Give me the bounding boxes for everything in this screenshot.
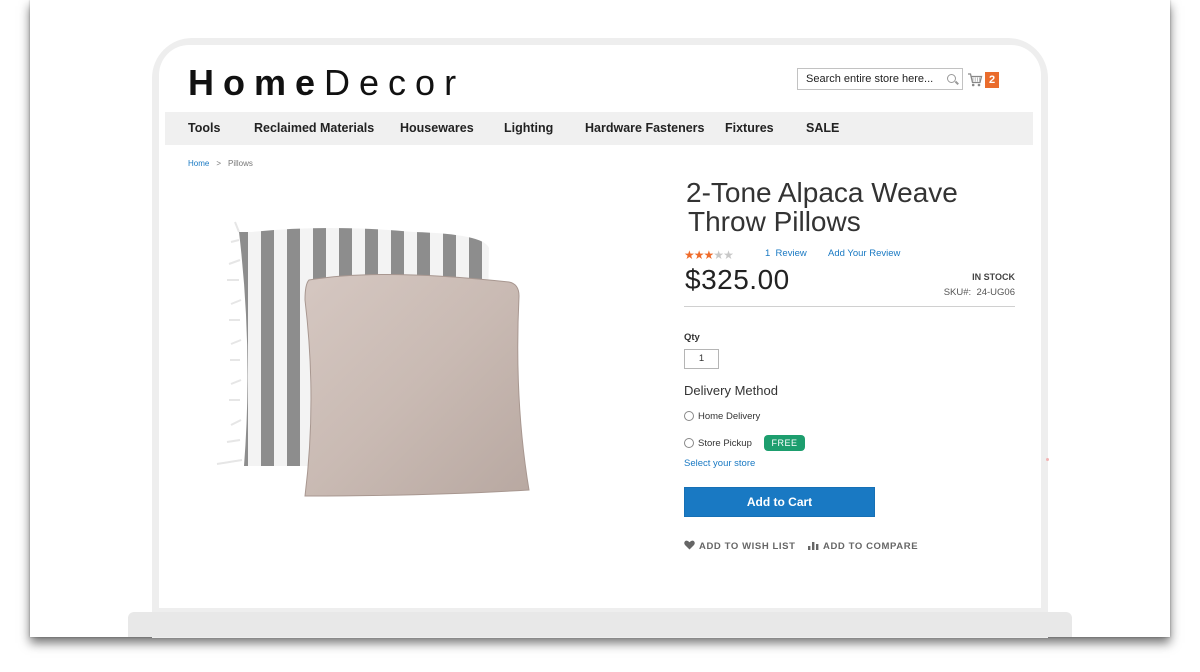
select-store-link[interactable]: Select your store	[684, 458, 755, 469]
rating-stars[interactable]: ★★★★★	[684, 248, 734, 262]
product-title-line2: Throw Pillows	[688, 206, 861, 237]
star-icon: ★	[703, 248, 715, 262]
radio-store-pickup[interactable]	[684, 438, 694, 448]
compare-label: ADD TO COMPARE	[823, 541, 919, 552]
sku-label: SKU#:	[943, 287, 972, 298]
nav-item-fixtures[interactable]: Fixtures	[725, 112, 774, 145]
cart-icon[interactable]	[967, 72, 983, 88]
cart-count-badge[interactable]: 2	[985, 72, 999, 88]
beige-pillow	[305, 274, 529, 496]
logo-decor: Decor	[324, 62, 466, 103]
add-to-wishlist-link[interactable]: ADD TO WISH LIST	[684, 540, 796, 552]
nav-item-sale[interactable]: SALE	[806, 112, 839, 145]
breadcrumb-home-link[interactable]: Home	[188, 159, 209, 168]
search-icon[interactable]	[947, 74, 956, 83]
laptop-base	[128, 612, 1072, 637]
product-image[interactable]	[209, 220, 559, 510]
site-logo[interactable]: HomeDecor	[188, 62, 465, 104]
bar-chart-icon	[808, 542, 819, 550]
search-input[interactable]: Search entire store here...	[797, 68, 963, 90]
nav-item-tools[interactable]: Tools	[188, 112, 220, 145]
star-icon: ★	[693, 248, 705, 262]
radio-home-delivery[interactable]	[684, 411, 694, 421]
add-to-cart-button[interactable]: Add to Cart	[684, 487, 875, 517]
nav-item-reclaimed-materials[interactable]: Reclaimed Materials	[254, 112, 374, 145]
main-nav: Tools Reclaimed Materials Housewares Lig…	[165, 112, 1033, 145]
logo-home: Home	[188, 62, 325, 103]
breadcrumb-separator: >	[216, 159, 222, 168]
nav-item-housewares[interactable]: Housewares	[400, 112, 474, 145]
search-placeholder: Search entire store here...	[806, 73, 934, 85]
add-review-link[interactable]: Add Your Review	[828, 248, 900, 259]
product-title-line1: 2-Tone Alpaca Weave	[686, 177, 958, 208]
breadcrumb-current: Pillows	[228, 159, 253, 168]
product-price: $325.00	[685, 264, 790, 295]
stock-status: IN STOCK	[972, 272, 1015, 282]
breadcrumb: Home > Pillows	[188, 159, 253, 168]
sku-line: SKU#: 24-UG06	[919, 287, 1015, 298]
wishlist-label: ADD TO WISH LIST	[699, 541, 796, 552]
nav-item-lighting[interactable]: Lighting	[504, 112, 553, 145]
heart-icon	[684, 540, 695, 550]
decorative-dot	[1046, 458, 1049, 461]
reviews-link[interactable]: 1 Review	[765, 248, 807, 259]
free-badge: FREE	[764, 435, 805, 451]
store-pickup-label[interactable]: Store Pickup	[698, 438, 752, 449]
star-icon: ★	[684, 248, 695, 262]
star-empty-icon: ★	[723, 248, 734, 262]
star-empty-icon: ★	[713, 248, 724, 262]
qty-input[interactable]: 1	[684, 349, 719, 369]
qty-label: Qty	[684, 332, 700, 343]
product-title: 2-Tone Alpaca Weave Throw Pillows	[686, 178, 986, 236]
home-delivery-label[interactable]: Home Delivery	[698, 411, 760, 422]
add-to-compare-link[interactable]: ADD TO COMPARE	[808, 540, 918, 552]
delivery-method-title: Delivery Method	[684, 383, 778, 398]
nav-item-hardware-fasteners[interactable]: Hardware Fasteners	[585, 112, 705, 145]
divider	[684, 306, 1015, 307]
sku-value: 24-UG06	[976, 287, 1015, 298]
laptop-screen: HomeDecor Search entire store here... 2 …	[159, 45, 1041, 608]
